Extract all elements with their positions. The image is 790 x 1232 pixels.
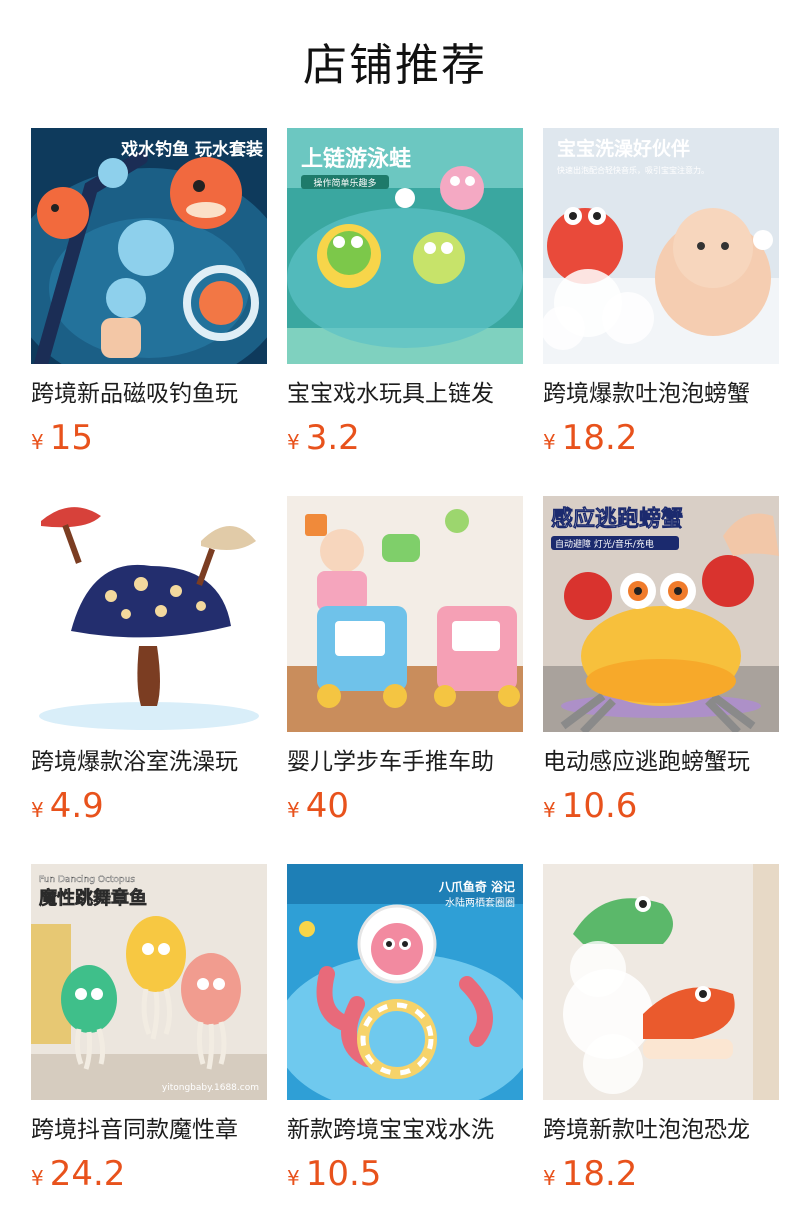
image-caption: 上链游泳蛙	[301, 146, 411, 172]
currency-symbol: ¥	[31, 1166, 44, 1190]
product-image[interactable]	[543, 864, 779, 1100]
currency-symbol: ¥	[287, 798, 300, 822]
product-title[interactable]: 跨境新款吐泡泡恐龙	[543, 1114, 779, 1146]
product-price: ¥10.6	[543, 784, 637, 828]
currency-symbol: ¥	[543, 430, 556, 454]
product-card[interactable]: 宝宝洗澡好伙伴 快速出泡配合轻快音乐，吸引宝宝注意力。 跨境爆款吐泡泡螃蟹 ¥1…	[543, 128, 779, 458]
product-image[interactable]: Fun Dancing Octopus 魔性跳舞章鱼 yitongbaby.16…	[31, 864, 267, 1100]
product-image[interactable]: 戏水钓鱼 玩水套装	[31, 128, 267, 364]
image-caption: 感应逃跑螃蟹	[551, 506, 683, 532]
product-image[interactable]: 感应逃跑螃蟹 自动避障 灯光/音乐/充电	[543, 496, 779, 732]
image-subcaption: 水陆两栖套圈圈	[445, 896, 515, 909]
product-price: ¥24.2	[31, 1152, 125, 1196]
product-image[interactable]: 宝宝洗澡好伙伴 快速出泡配合轻快音乐，吸引宝宝注意力。	[543, 128, 779, 364]
product-price: ¥4.9	[31, 784, 104, 828]
product-title[interactable]: 跨境新品磁吸钓鱼玩	[31, 378, 267, 410]
product-title[interactable]: 宝宝戏水玩具上链发	[287, 378, 523, 410]
currency-symbol: ¥	[31, 798, 44, 822]
product-card[interactable]: 跨境爆款浴室洗澡玩 ¥4.9	[31, 496, 267, 826]
image-caption: 魔性跳舞章鱼	[39, 887, 147, 909]
image-watermark: yitongbaby.1688.com	[162, 1083, 259, 1093]
product-grid: 戏水钓鱼 玩水套装 跨境新品磁吸钓鱼玩 ¥15 上链游泳蛙 操作简单乐趣多 宝宝…	[0, 0, 790, 1232]
product-card[interactable]: 八爪鱼奇 浴记 水陆两栖套圈圈 新款跨境宝宝戏水洗 ¥10.5	[287, 864, 523, 1194]
price-amount: 4.9	[49, 786, 104, 826]
image-subcaption: 自动避障 灯光/音乐/充电	[555, 538, 654, 550]
currency-symbol: ¥	[31, 430, 44, 454]
product-price: ¥18.2	[543, 416, 637, 460]
currency-symbol: ¥	[287, 1166, 300, 1190]
price-amount: 40	[305, 786, 349, 826]
image-caption: 八爪鱼奇 浴记	[438, 879, 515, 894]
price-amount: 18.2	[561, 418, 638, 458]
product-price: ¥10.5	[287, 1152, 381, 1196]
price-amount: 18.2	[561, 1154, 638, 1194]
product-card[interactable]: 婴儿学步车手推车助 ¥40	[287, 496, 523, 826]
product-card[interactable]: Fun Dancing Octopus 魔性跳舞章鱼 yitongbaby.16…	[31, 864, 267, 1194]
currency-symbol: ¥	[543, 798, 556, 822]
product-title[interactable]: 跨境爆款浴室洗澡玩	[31, 746, 267, 778]
product-title[interactable]: 跨境爆款吐泡泡螃蟹	[543, 378, 779, 410]
product-card[interactable]: 感应逃跑螃蟹 自动避障 灯光/音乐/充电 电动感应逃跑螃蟹玩 ¥10.6	[543, 496, 779, 826]
product-image[interactable]: 八爪鱼奇 浴记 水陆两栖套圈圈	[287, 864, 523, 1100]
currency-symbol: ¥	[287, 430, 300, 454]
image-caption: 宝宝洗澡好伙伴	[557, 137, 690, 160]
price-amount: 10.5	[305, 1154, 382, 1194]
product-card[interactable]: 跨境新款吐泡泡恐龙 ¥18.2	[543, 864, 779, 1194]
currency-symbol: ¥	[543, 1166, 556, 1190]
price-amount: 24.2	[49, 1154, 126, 1194]
product-title[interactable]: 跨境抖音同款魔性章	[31, 1114, 267, 1146]
image-subcaption: 操作简单乐趣多	[313, 177, 376, 189]
price-amount: 15	[49, 418, 93, 458]
product-price: ¥3.2	[287, 416, 360, 460]
product-price: ¥18.2	[543, 1152, 637, 1196]
product-title[interactable]: 婴儿学步车手推车助	[287, 746, 523, 778]
product-price: ¥40	[287, 784, 349, 828]
price-amount: 3.2	[305, 418, 360, 458]
price-amount: 10.6	[561, 786, 638, 826]
image-subcaption: Fun Dancing Octopus	[39, 875, 135, 885]
product-image[interactable]: 上链游泳蛙 操作简单乐趣多	[287, 128, 523, 364]
product-card[interactable]: 戏水钓鱼 玩水套装 跨境新品磁吸钓鱼玩 ¥15	[31, 128, 267, 458]
product-image[interactable]	[287, 496, 523, 732]
product-title[interactable]: 电动感应逃跑螃蟹玩	[543, 746, 779, 778]
product-title[interactable]: 新款跨境宝宝戏水洗	[287, 1114, 523, 1146]
image-subcaption: 快速出泡配合轻快音乐，吸引宝宝注意力。	[557, 165, 709, 175]
product-card[interactable]: 上链游泳蛙 操作简单乐趣多 宝宝戏水玩具上链发 ¥3.2	[287, 128, 523, 458]
image-caption: 戏水钓鱼 玩水套装	[120, 139, 263, 160]
product-price: ¥15	[31, 416, 93, 460]
product-image[interactable]	[31, 496, 267, 732]
